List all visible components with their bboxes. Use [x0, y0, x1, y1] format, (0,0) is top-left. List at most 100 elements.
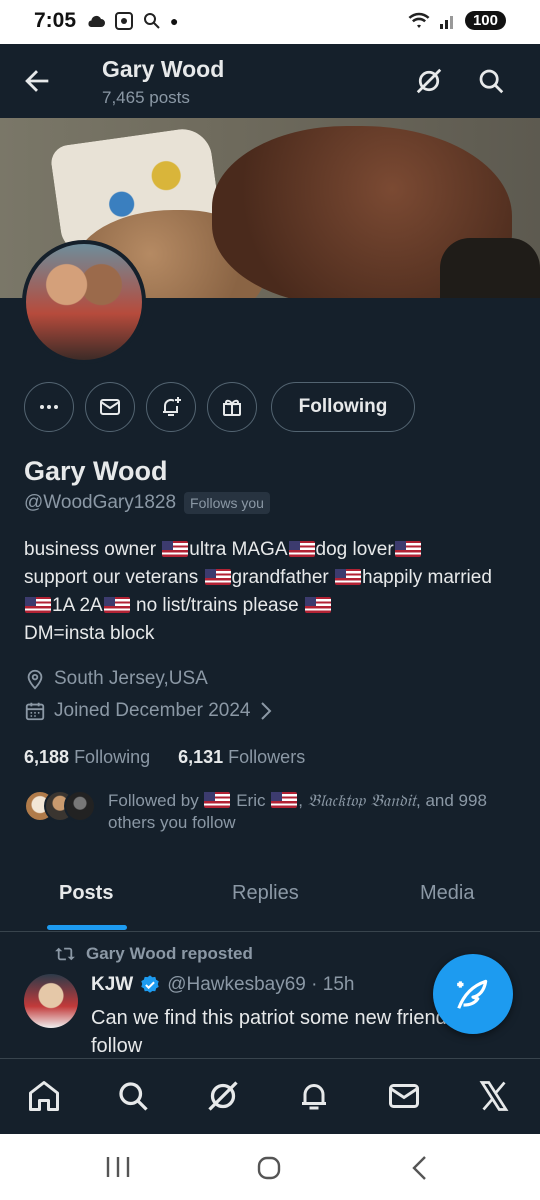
- dot-icon: ●: [170, 13, 179, 29]
- search-icon: [479, 69, 504, 94]
- status-bar: 7:05 ● 100: [0, 0, 540, 44]
- message-button[interactable]: [85, 382, 135, 432]
- search-icon: [119, 1082, 148, 1111]
- mail-icon: [100, 399, 120, 415]
- more-icon: [40, 405, 58, 409]
- location-text: South Jersey,USA: [54, 668, 208, 689]
- followed-by-name-1: Eric: [236, 791, 266, 810]
- x-logo-icon: [479, 1081, 509, 1111]
- post-author-name[interactable]: KJW: [91, 974, 133, 996]
- home-icon: [29, 1081, 59, 1111]
- repost-label: Gary Wood reposted: [54, 944, 253, 964]
- bottom-navigation: [0, 1058, 540, 1134]
- bio-segment: dog lover: [315, 539, 394, 560]
- bio-segment: no list/trains please: [130, 595, 304, 616]
- recent-apps-button[interactable]: [104, 1154, 132, 1185]
- us-flag-icon: [271, 792, 298, 808]
- post-author-avatar[interactable]: [24, 974, 78, 1028]
- notify-button[interactable]: [146, 382, 196, 432]
- bio-segment: DM=insta block: [24, 623, 155, 644]
- gift-icon: [223, 399, 241, 416]
- header-title: Gary Wood: [102, 56, 225, 82]
- us-flag-icon: [25, 597, 51, 613]
- bio-segment: business owner: [24, 539, 162, 560]
- home-system-button[interactable]: [255, 1154, 283, 1187]
- cloud-icon: [88, 15, 105, 27]
- battery-indicator: 100: [464, 11, 506, 30]
- gift-button[interactable]: [207, 382, 257, 432]
- nav-x[interactable]: [476, 1078, 512, 1119]
- us-flag-icon: [103, 597, 130, 613]
- followed-by-name-2: 𝔅𝔩𝔞𝔠𝔨𝔱𝔬𝔭 𝔅𝔞𝔫𝔡𝔦𝔱: [307, 791, 417, 811]
- profile-actions: [24, 382, 257, 432]
- search-button[interactable]: [476, 66, 506, 101]
- followers-count: 6,131: [178, 747, 224, 767]
- back-system-button[interactable]: [408, 1154, 432, 1187]
- us-flag-icon: [288, 541, 315, 557]
- calendar-icon: [25, 702, 45, 721]
- compose-button[interactable]: [433, 954, 513, 1034]
- active-tab-indicator: [47, 925, 127, 930]
- tab-media[interactable]: Media: [420, 882, 474, 905]
- nav-messages[interactable]: [386, 1078, 422, 1119]
- home-circle-icon: [257, 1156, 281, 1180]
- profile-tabs: Posts Replies Media: [0, 862, 540, 932]
- us-flag-icon: [204, 792, 231, 808]
- tab-replies[interactable]: Replies: [232, 882, 299, 905]
- following-button[interactable]: Following: [271, 382, 415, 432]
- following-count-link[interactable]: 6,188 Following: [24, 747, 150, 768]
- bell-add-icon: [163, 397, 181, 416]
- profile-location: South Jersey,USA: [24, 668, 208, 690]
- us-flag-icon: [162, 541, 189, 557]
- us-flag-icon: [204, 569, 231, 585]
- joined-text: Joined December 2024: [54, 700, 251, 721]
- followers-count-link[interactable]: 6,131 Followers: [178, 747, 305, 768]
- following-label: Following: [74, 747, 151, 767]
- repost-icon: [55, 947, 75, 961]
- signal-icon: [439, 15, 453, 29]
- tab-posts[interactable]: Posts: [59, 882, 113, 905]
- wifi-icon: [408, 12, 430, 28]
- system-navigation: [0, 1134, 540, 1200]
- compose-feather-icon: [457, 979, 488, 1009]
- follower-avatar: [64, 790, 96, 822]
- nav-grok[interactable]: [205, 1078, 241, 1119]
- grok-icon: [208, 1081, 238, 1111]
- profile-name: Gary Wood: [24, 456, 168, 486]
- grok-icon: [416, 68, 442, 94]
- follow-counts: 6,188 Following 6,131 Followers: [24, 747, 305, 768]
- recent-apps-icon: [106, 1157, 130, 1177]
- followed-by-prefix: Followed by: [108, 791, 199, 810]
- bio-segment: support our veterans: [24, 567, 204, 588]
- status-system-icons: 100: [407, 11, 506, 30]
- header-post-count: 7,465 posts: [102, 88, 190, 107]
- grok-button[interactable]: [414, 66, 444, 101]
- search-status-icon: [144, 13, 160, 29]
- screenshot-icon: [115, 12, 133, 30]
- mail-icon: [389, 1084, 419, 1108]
- profile-bio: business owner ultra MAGA dog lover suppo…: [24, 536, 504, 648]
- location-pin-icon: [27, 669, 43, 690]
- following-count: 6,188: [24, 747, 70, 767]
- us-flag-icon: [394, 541, 421, 557]
- bio-segment: ultra MAGA: [189, 539, 288, 560]
- nav-notifications[interactable]: [296, 1078, 332, 1119]
- profile-avatar[interactable]: [22, 240, 146, 364]
- profile-joined[interactable]: Joined December 2024: [24, 700, 274, 722]
- follows-you-badge: Follows you: [184, 492, 270, 514]
- profile-header-bar: Gary Wood 7,465 posts: [0, 44, 540, 118]
- us-flag-icon: [335, 569, 362, 585]
- chevron-right-icon: [261, 702, 272, 720]
- back-button[interactable]: [20, 64, 54, 103]
- followers-label: Followers: [228, 747, 306, 767]
- followed-by-text: Followed by Eric , 𝔅𝔩𝔞𝔠𝔨𝔱𝔬𝔭 𝔅𝔞𝔫𝔡𝔦𝔱, and …: [108, 791, 487, 832]
- bio-segment: 1A 2A: [52, 595, 103, 616]
- us-flag-icon: [304, 597, 331, 613]
- handle-row: @WoodGary1828 Follows you: [24, 492, 270, 514]
- nav-home[interactable]: [26, 1078, 62, 1119]
- followed-by-avatars: [24, 790, 96, 822]
- profile-handle: @WoodGary1828: [24, 492, 177, 513]
- nav-search[interactable]: [115, 1078, 151, 1119]
- more-button[interactable]: [24, 382, 74, 432]
- status-notification-icons: ●: [86, 11, 178, 31]
